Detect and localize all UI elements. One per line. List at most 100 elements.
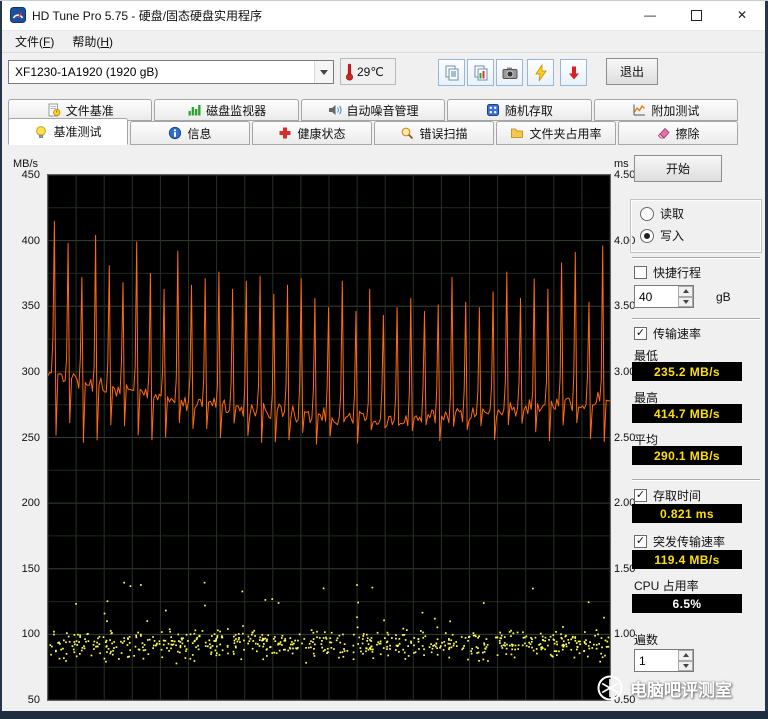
left-axis-ticks: 450 400 350 300 250 200 150 100 50 bbox=[0, 169, 45, 706]
health-cross-icon bbox=[279, 127, 291, 139]
short-stroke-checkbox[interactable]: 快捷行程 bbox=[634, 264, 701, 281]
chevron-down-icon bbox=[682, 663, 689, 668]
title-bar: HD Tune Pro 5.75 - 硬盘/固态硬盘实用程序 — ✕ bbox=[0, 0, 768, 31]
tab-random-access[interactable]: 随机存取 bbox=[447, 99, 592, 121]
write-radio-label: 写入 bbox=[660, 229, 685, 243]
chevron-down-icon bbox=[682, 299, 689, 304]
stepper-up-button[interactable] bbox=[678, 286, 693, 297]
red-down-arrow-icon bbox=[568, 66, 579, 79]
app-icon bbox=[10, 7, 26, 23]
tab-label: 文件基准 bbox=[65, 103, 114, 118]
screenshot-button[interactable] bbox=[496, 59, 523, 86]
cpu-usage-value: 6.5% bbox=[632, 594, 742, 613]
left-axis-tick: 250 bbox=[21, 431, 40, 444]
menu-file[interactable]: 文件(F) bbox=[6, 30, 63, 53]
access-time-label: 存取时间 bbox=[653, 489, 702, 503]
transfer-rate-checkbox[interactable]: 传输速率 bbox=[634, 325, 701, 342]
burst-rate-value: 119.4 MB/s bbox=[632, 550, 742, 569]
short-stroke-stepper[interactable] bbox=[634, 285, 694, 308]
short-stroke-input[interactable] bbox=[635, 286, 678, 307]
tab-label: 健康状态 bbox=[297, 126, 346, 141]
separator bbox=[632, 318, 760, 320]
left-axis-tick: 50 bbox=[27, 694, 40, 706]
tab-health[interactable]: 健康状态 bbox=[252, 121, 372, 145]
temperature-value: 29℃ bbox=[357, 64, 384, 79]
radio-circle-icon bbox=[640, 206, 654, 221]
tab-erase[interactable]: 擦除 bbox=[618, 121, 738, 145]
watermark-text: 电脑吧评测室 bbox=[630, 680, 732, 700]
left-axis-tick: 300 bbox=[21, 365, 40, 378]
min-value: 235.2 MB/s bbox=[632, 362, 742, 381]
right-axis-tick: 3.50 bbox=[614, 300, 636, 313]
transfer-rate-label: 传输速率 bbox=[653, 327, 702, 341]
start-button[interactable]: 开始 bbox=[634, 155, 722, 182]
minimize-button[interactable]: — bbox=[627, 0, 673, 30]
tab-label: 随机存取 bbox=[504, 103, 553, 118]
separator bbox=[632, 257, 760, 259]
tab-disk-monitor[interactable]: 磁盘监视器 bbox=[154, 99, 299, 121]
read-radio-label: 读取 bbox=[660, 207, 685, 221]
tab-folder-usage[interactable]: 文件夹占用率 bbox=[496, 121, 616, 145]
checkbox-icon bbox=[634, 535, 647, 548]
left-axis-tick: 450 bbox=[21, 169, 40, 181]
drive-select[interactable]: XF1230-1A1920 (1920 gB) bbox=[8, 60, 334, 84]
tab-benchmark[interactable]: 基准测试 bbox=[8, 118, 128, 145]
window-controls: — ✕ bbox=[627, 0, 765, 30]
left-axis-tick: 400 bbox=[21, 234, 40, 247]
window-frame-top bbox=[0, 0, 768, 1]
burst-rate-label: 突发传输速率 bbox=[653, 535, 726, 549]
stepper-up-button[interactable] bbox=[678, 650, 693, 661]
close-button[interactable]: ✕ bbox=[719, 0, 765, 30]
window-frame-left bbox=[0, 0, 2, 719]
tab-label: 附加测试 bbox=[651, 103, 700, 118]
radio-circle-icon bbox=[640, 228, 654, 243]
checkbox-icon bbox=[634, 266, 647, 279]
disk-monitor-icon bbox=[188, 105, 201, 116]
tab-extra-tests[interactable]: 附加测试 bbox=[593, 99, 739, 121]
benchmark-bulb-icon bbox=[36, 125, 47, 138]
exit-button[interactable]: 退出 bbox=[606, 58, 658, 85]
tab-label: 基准测试 bbox=[53, 125, 102, 139]
chevron-up-icon bbox=[682, 653, 689, 658]
thermometer-icon bbox=[345, 63, 354, 81]
read-radio[interactable]: 读取 bbox=[640, 205, 684, 222]
short-stroke-label: 快捷行程 bbox=[653, 266, 702, 280]
passes-input[interactable] bbox=[635, 650, 678, 671]
access-time-checkbox[interactable]: 存取时间 bbox=[634, 487, 701, 504]
separator bbox=[632, 479, 760, 481]
tab-label: 错误扫描 bbox=[419, 126, 468, 141]
right-axis-tick: 1.00 bbox=[614, 628, 636, 641]
checkbox-icon bbox=[634, 327, 647, 340]
max-value: 414.7 MB/s bbox=[632, 404, 742, 423]
checkbox-icon bbox=[634, 489, 647, 502]
left-axis-tick: 100 bbox=[21, 628, 40, 641]
tab-info[interactable]: 信息 bbox=[130, 121, 250, 145]
window-title: HD Tune Pro 5.75 - 硬盘/固态硬盘实用程序 bbox=[32, 8, 263, 23]
stepper-down-button[interactable] bbox=[678, 660, 693, 671]
right-axis-tick: 2.50 bbox=[614, 431, 636, 444]
copy-text-button[interactable] bbox=[438, 59, 465, 86]
tab-error-scan[interactable]: 错误扫描 bbox=[374, 121, 494, 145]
passes-stepper[interactable] bbox=[634, 649, 694, 672]
stepper-arrows bbox=[678, 650, 693, 671]
watermark-logo-icon bbox=[597, 675, 623, 701]
camera-icon bbox=[502, 67, 517, 79]
tab-aam[interactable]: 自动噪音管理 bbox=[300, 99, 446, 121]
chevron-down-icon bbox=[320, 69, 328, 75]
stepper-down-button[interactable] bbox=[678, 296, 693, 307]
eraser-icon bbox=[658, 127, 671, 139]
random-access-icon bbox=[486, 104, 499, 116]
drive-select-arrow[interactable] bbox=[314, 61, 333, 83]
maximize-button[interactable] bbox=[673, 0, 719, 30]
burst-rate-checkbox[interactable]: 突发传输速率 bbox=[634, 533, 725, 550]
tab-label: 擦除 bbox=[675, 126, 700, 141]
menu-help[interactable]: 帮助(H) bbox=[63, 30, 122, 53]
access-time-value: 0.821 ms bbox=[632, 504, 742, 523]
left-axis-tick: 200 bbox=[21, 497, 40, 510]
copy-image-button[interactable] bbox=[467, 59, 494, 86]
short-stroke-unit: gB bbox=[716, 290, 731, 304]
save-results-button[interactable] bbox=[560, 59, 587, 86]
tab-label: 自动噪音管理 bbox=[346, 103, 419, 118]
quick-test-button[interactable] bbox=[527, 59, 554, 86]
write-radio[interactable]: 写入 bbox=[640, 227, 684, 244]
